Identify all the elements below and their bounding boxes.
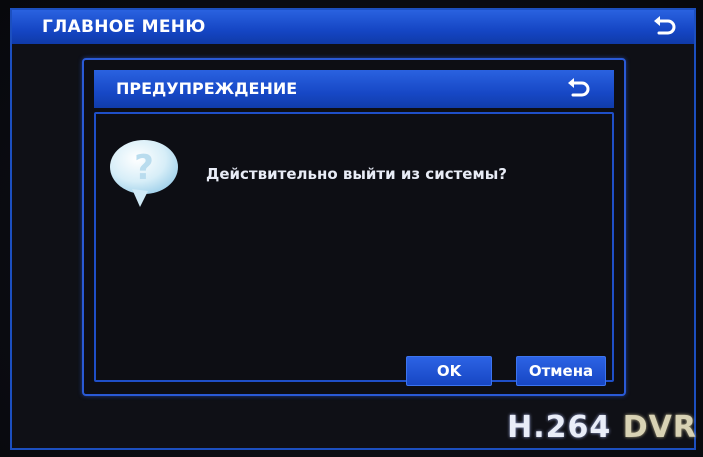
warning-dialog: ПРЕДУПРЕЖДЕНИЕ ? Действительно выйти из … — [82, 58, 626, 396]
warning-dialog-title: ПРЕДУПРЕЖДЕНИЕ — [116, 79, 298, 98]
warning-dialog-titlebar: ПРЕДУПРЕЖДЕНИЕ — [94, 70, 614, 108]
brand-logo: H.264 DVR — [507, 410, 697, 445]
svg-text:?: ? — [134, 148, 154, 188]
dialog-message: Действительно выйти из системы? — [206, 165, 507, 183]
brand-product: DVR — [622, 410, 697, 445]
ok-button[interactable]: OK — [406, 356, 492, 386]
main-menu-titlebar: ГЛАВНОЕ МЕНЮ — [12, 10, 694, 44]
question-bubble-icon: ? — [110, 140, 178, 207]
cancel-button[interactable]: Отмена — [516, 356, 606, 386]
main-menu-title: ГЛАВНОЕ МЕНЮ — [42, 17, 206, 37]
brand-codec: H.264 — [507, 410, 612, 445]
back-arrow-icon[interactable] — [652, 16, 678, 38]
back-arrow-icon[interactable] — [566, 78, 592, 100]
dvr-screen: ГЛАВНОЕ МЕНЮ ПРЕДУПРЕЖДЕНИЕ ? Действител… — [0, 0, 703, 457]
